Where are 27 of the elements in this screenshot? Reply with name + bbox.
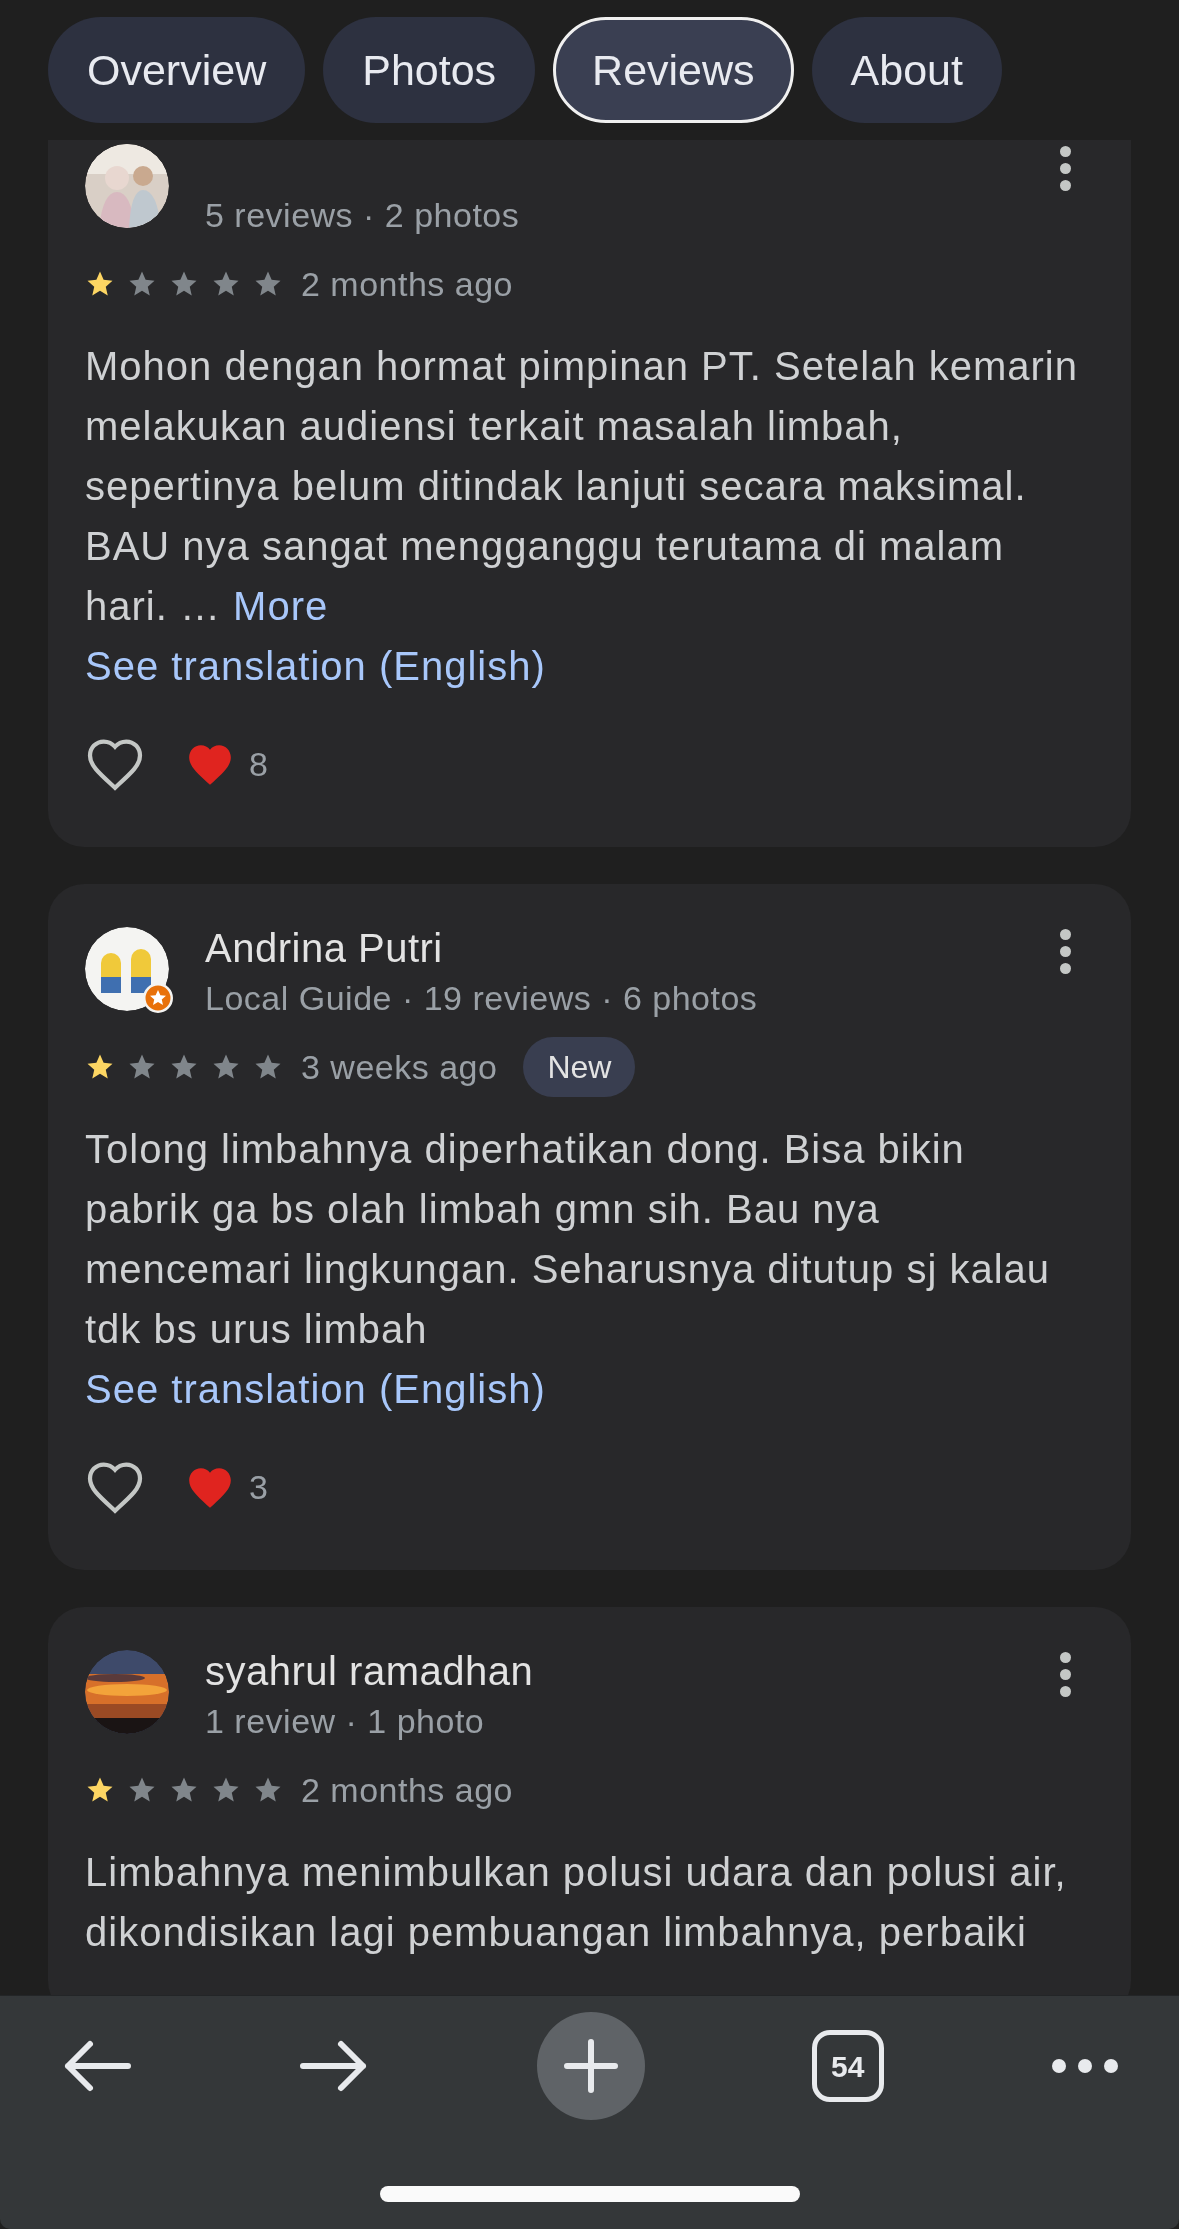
review-time: 2 months ago xyxy=(301,1769,514,1811)
reviewer-stats: 5 reviews · 2 photos xyxy=(205,195,520,236)
review-text: Mohon dengan hormat pimpinan PT. Setelah kemarin melakukan audiensi terkait masalah limbah, sepertinya belum ditindak lanjuti secara maksimal. BAU nya sangat mengganggu terutama di malam hari. … More xyxy=(85,343,1079,630)
reaction-count: 8 xyxy=(249,743,268,785)
reaction-count: 3 xyxy=(249,1466,268,1508)
tab[interactable]: Reviews xyxy=(553,17,794,123)
review-text: Limbahnya menimbulkan polusi udara dan polusi air, dikondisikan lagi pembuangan limbahnya, perbaiki xyxy=(85,1849,1068,1956)
like-heart-icon[interactable] xyxy=(85,1459,145,1515)
tab-count-button[interactable]: 54 xyxy=(811,2030,884,2102)
review-time: 2 months ago xyxy=(301,263,514,305)
see-translation-link[interactable]: See translation (English) xyxy=(85,1359,546,1419)
review-time: 3 weeks ago xyxy=(301,1046,498,1088)
reviewer-stats: 1 review · 1 photo xyxy=(205,1701,485,1742)
tab[interactable]: About xyxy=(811,17,1002,123)
like-heart-icon[interactable] xyxy=(85,736,145,792)
back-arrow-icon[interactable] xyxy=(62,2038,132,2094)
review-text: Tolong limbahnya diperhatikan dong. Bisa bikin pabrik ga bs olah limbah gmn sih. Bau nya mencemari lingkungan. Seharusnya ditutup sj kalau tdk bs urus limbah xyxy=(85,1126,1052,1353)
new-badge: New xyxy=(523,1037,636,1097)
tab[interactable]: Photos xyxy=(323,17,536,123)
reviewer-name[interactable]: syahrul ramadhan xyxy=(205,1644,534,1698)
tab[interactable]: Overview xyxy=(48,17,306,123)
more-link[interactable]: More xyxy=(233,584,329,628)
see-translation-link[interactable]: See translation (English) xyxy=(85,636,546,696)
reviewer-name[interactable]: Andrina Putri xyxy=(205,921,443,975)
reviewer-stats: Local Guide · 19 reviews · 6 photos xyxy=(205,978,758,1019)
more-menu-icon[interactable] xyxy=(1051,2058,1119,2074)
plus-icon xyxy=(562,2038,619,2094)
